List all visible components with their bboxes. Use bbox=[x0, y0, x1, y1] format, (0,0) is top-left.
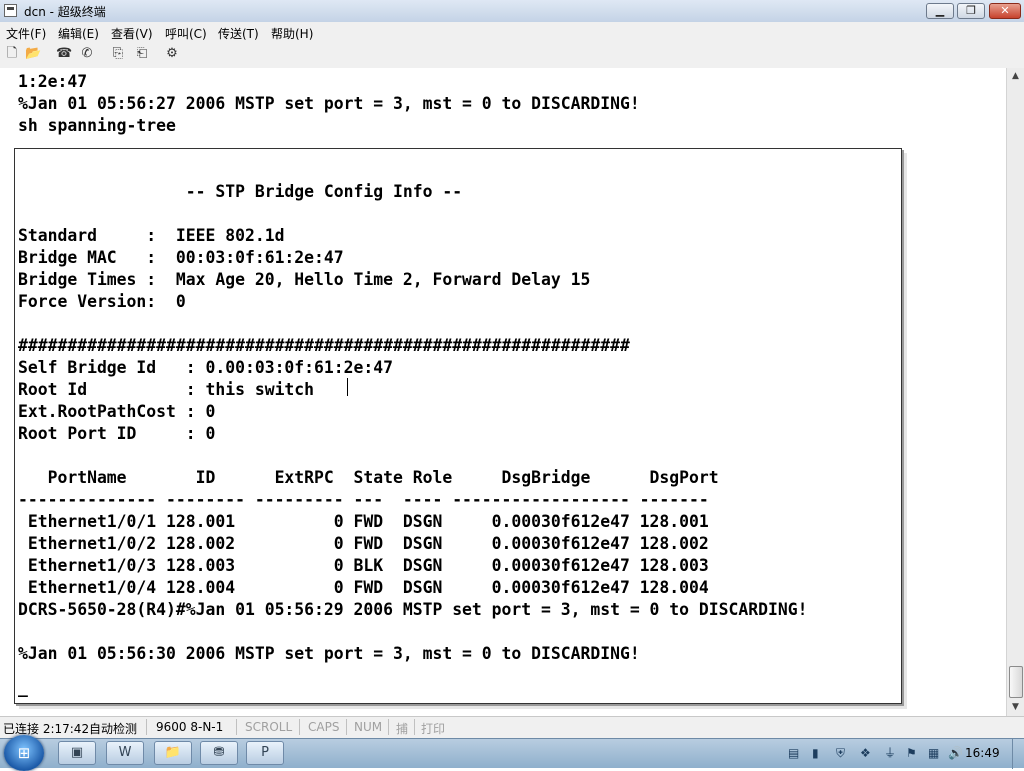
taskbar-powerpoint-icon[interactable]: P bbox=[246, 741, 284, 765]
terminal-line: PortName ID ExtRPC State Role DsgBridge … bbox=[18, 468, 719, 487]
tray-app-icon[interactable]: ❖ bbox=[860, 746, 871, 760]
start-button[interactable]: ⊞ bbox=[4, 735, 44, 771]
new-file-icon[interactable]: 🗋 bbox=[4, 46, 20, 62]
terminal-line: DCRS-5650-28(R4)#%Jan 01 05:56:29 2006 M… bbox=[18, 600, 808, 619]
taskbar: ⊞ ▣ W 📁 ⛃ P ▤ ▮ ⛨ ❖ ⏚ ⚑ ▦ 🔊 16:49 bbox=[0, 735, 1024, 771]
phone-icon[interactable]: ☎ bbox=[56, 46, 72, 62]
terminal-line: Root Id : this switch bbox=[18, 380, 315, 399]
minimize-button[interactable]: ▁ bbox=[926, 3, 954, 19]
app-icon bbox=[4, 4, 17, 17]
terminal-line: 1:2e:47 bbox=[18, 72, 88, 91]
status-separator bbox=[146, 719, 147, 735]
scroll-down-arrow-icon[interactable]: ▼ bbox=[1007, 699, 1024, 716]
open-folder-icon[interactable]: 📂 bbox=[25, 46, 41, 62]
status-bar: 已连接 2:17:42 自动检测 9600 8-N-1 SCROLL CAPS … bbox=[0, 716, 1024, 738]
status-baud: 9600 8-N-1 bbox=[156, 720, 224, 734]
status-separator bbox=[299, 719, 300, 735]
toolbar: 🗋 📂 ☎ ✆ ⎘ ⎗ ⚙ bbox=[0, 42, 1024, 69]
tray-usb-icon[interactable]: ⏚ bbox=[884, 746, 896, 760]
scroll-up-arrow-icon[interactable]: ▲ bbox=[1007, 68, 1024, 85]
tray-network-icon[interactable]: ▦ bbox=[928, 746, 939, 760]
status-caps: CAPS bbox=[308, 720, 340, 734]
menu-file[interactable]: 文件(F) bbox=[6, 25, 46, 42]
taskbar-clock[interactable]: 16:49 bbox=[965, 746, 1000, 760]
status-separator bbox=[388, 719, 389, 735]
status-scroll: SCROLL bbox=[245, 720, 293, 734]
terminal-line: Ext.RootPathCost : 0 bbox=[18, 402, 216, 421]
disconnect-icon[interactable]: ✆ bbox=[79, 46, 95, 62]
receive-icon[interactable]: ⎗ bbox=[134, 46, 150, 62]
status-separator bbox=[236, 719, 237, 735]
tray-film-icon[interactable]: ▤ bbox=[788, 746, 799, 760]
taskbar-word-icon[interactable]: W bbox=[106, 741, 144, 765]
status-print: 打印 bbox=[421, 722, 446, 736]
windows-logo-icon: ⊞ bbox=[17, 744, 31, 762]
tray-flag-icon[interactable]: ⚑ bbox=[906, 746, 917, 760]
terminal-line: Self Bridge Id : 0.00:03:0f:61:2e:47 bbox=[18, 358, 393, 377]
status-connected: 已连接 2:17:42 bbox=[3, 722, 90, 736]
terminal-line: Bridge Times : Max Age 20, Hello Time 2,… bbox=[18, 270, 591, 289]
terminal-line: -------------- -------- --------- --- --… bbox=[18, 490, 709, 509]
terminal-line: Force Version: 0 bbox=[18, 292, 186, 311]
terminal-line: %Jan 01 05:56:30 2006 MSTP set port = 3,… bbox=[18, 644, 640, 663]
status-capture: 捕 bbox=[396, 722, 409, 736]
terminal-line: Root Port ID : 0 bbox=[18, 424, 216, 443]
taskbar-folder-icon[interactable]: 📁 bbox=[154, 741, 192, 765]
menu-bar: 文件(F) 编辑(E) 查看(V) 呼叫(C) 传送(T) 帮助(H) bbox=[0, 22, 1024, 42]
status-separator bbox=[414, 719, 415, 735]
maximize-button[interactable]: ❐ bbox=[957, 3, 985, 19]
status-num: NUM bbox=[354, 720, 383, 734]
terminal-line: Ethernet1/0/3 128.003 0 BLK DSGN 0.00030… bbox=[18, 556, 709, 575]
terminal-screen[interactable]: 1:2e:47 %Jan 01 05:56:27 2006 MSTP set p… bbox=[0, 68, 1006, 716]
taskbar-network-icon[interactable]: ⛃ bbox=[200, 741, 238, 765]
close-button[interactable]: ✕ bbox=[989, 3, 1021, 19]
menu-help[interactable]: 帮助(H) bbox=[271, 25, 313, 42]
status-detect: 自动检测 bbox=[89, 722, 138, 736]
tray-volume-icon[interactable]: 🔊 bbox=[948, 746, 963, 760]
tray-battery-icon[interactable]: ▮ bbox=[812, 746, 819, 760]
terminal-line: Bridge MAC : 00:03:0f:61:2e:47 bbox=[18, 248, 344, 267]
send-icon[interactable]: ⎘ bbox=[110, 46, 126, 62]
terminal-cursor-line: _ bbox=[18, 678, 28, 697]
terminal-line: Ethernet1/0/4 128.004 0 FWD DSGN 0.00030… bbox=[18, 578, 709, 597]
show-desktop-button[interactable] bbox=[1012, 739, 1024, 769]
terminal-line: -- STP Bridge Config Info -- bbox=[18, 182, 463, 201]
menu-transfer[interactable]: 传送(T) bbox=[218, 25, 259, 42]
properties-icon[interactable]: ⚙ bbox=[164, 46, 180, 62]
terminal-line: Standard : IEEE 802.1d bbox=[18, 226, 285, 245]
title-bar: dcn - 超级终端 ▁ ❐ ✕ bbox=[0, 0, 1024, 23]
taskbar-explorer-icon[interactable]: ▣ bbox=[58, 741, 96, 765]
menu-call[interactable]: 呼叫(C) bbox=[165, 25, 207, 42]
scroll-thumb[interactable] bbox=[1009, 666, 1023, 698]
window-title: dcn - 超级终端 bbox=[24, 5, 106, 19]
menu-view[interactable]: 查看(V) bbox=[111, 25, 153, 42]
terminal-line: sh spanning-tree bbox=[18, 116, 176, 135]
terminal-line: Ethernet1/0/1 128.001 0 FWD DSGN 0.00030… bbox=[18, 512, 709, 531]
terminal-line: %Jan 01 05:56:27 2006 MSTP set port = 3,… bbox=[18, 94, 640, 113]
tray-shield-icon[interactable]: ⛨ bbox=[836, 746, 845, 760]
vertical-scrollbar[interactable]: ▲ ▼ bbox=[1006, 68, 1024, 716]
menu-edit[interactable]: 编辑(E) bbox=[58, 25, 99, 42]
text-caret bbox=[347, 378, 348, 396]
status-separator bbox=[346, 719, 347, 735]
terminal-line: ########################################… bbox=[18, 336, 630, 355]
terminal-line: Ethernet1/0/2 128.002 0 FWD DSGN 0.00030… bbox=[18, 534, 709, 553]
